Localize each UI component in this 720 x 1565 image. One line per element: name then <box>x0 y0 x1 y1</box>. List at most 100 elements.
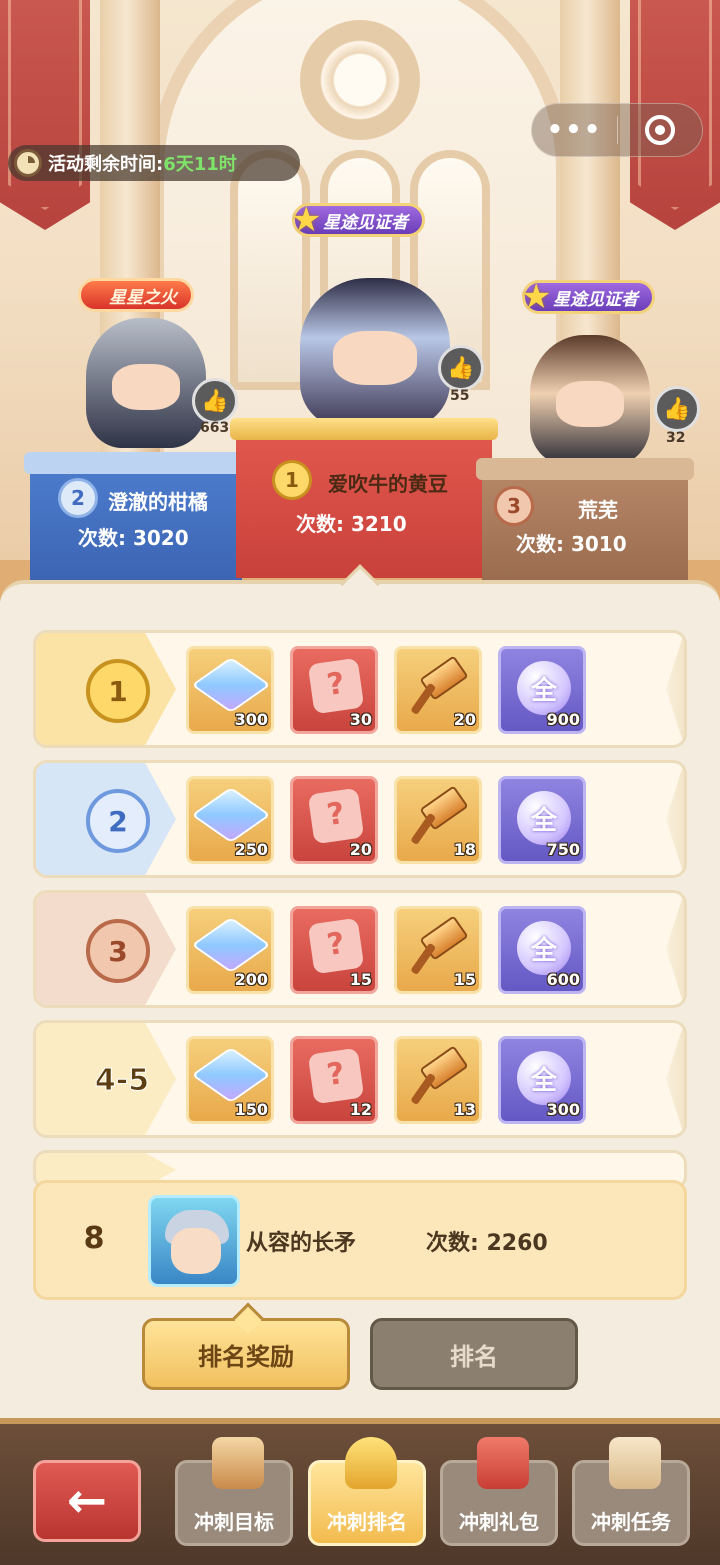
crystal-icon <box>191 917 271 973</box>
timer-label: 活动剩余时间: <box>48 154 164 175</box>
reward-items: 200 15 15 全 600 <box>186 906 586 994</box>
bronze-medal-icon: 3 <box>86 919 150 983</box>
podium-first <box>230 418 498 578</box>
like-count: 55 <box>450 388 470 404</box>
event-timer: 活动剩余时间: 6天11时 <box>8 145 300 181</box>
crystal-reward[interactable]: 250 <box>186 776 274 864</box>
reward-items: 250 20 18 全 750 <box>186 776 586 864</box>
player-count: 次数: 3020 <box>78 526 189 550</box>
target-icon <box>644 115 675 145</box>
tab-ranking[interactable]: 排名 <box>370 1318 578 1390</box>
medal-rank: 2 <box>71 486 85 510</box>
avatar-face <box>333 330 417 385</box>
avatar-first[interactable] <box>300 278 450 428</box>
puzzle-icon <box>307 657 365 715</box>
item-quantity: 200 <box>234 970 268 989</box>
puzzle-reward[interactable]: 15 <box>290 906 378 994</box>
player-title-badge: ★ 星途见证者 <box>521 277 655 317</box>
puzzle-icon <box>307 1047 365 1105</box>
rank-number: 3 <box>108 934 128 968</box>
close-button[interactable] <box>618 103 702 157</box>
trophy-icon <box>345 1437 397 1489</box>
orb-reward[interactable]: 全 750 <box>498 776 586 864</box>
hammer-reward[interactable]: 18 <box>394 776 482 864</box>
hammer-icon <box>419 919 463 975</box>
player-title-badge: ★ 星途见证者 <box>291 200 425 240</box>
hammer-reward[interactable]: 15 <box>394 906 482 994</box>
crystal-icon <box>191 1047 271 1103</box>
avatar-face <box>112 363 180 411</box>
thumbs-up-icon[interactable]: 👍 <box>438 345 484 391</box>
item-quantity: 13 <box>453 1100 476 1119</box>
crystal-reward[interactable]: 150 <box>186 1036 274 1124</box>
nav-sprint-ranking[interactable]: 冲刺排名 <box>308 1437 426 1546</box>
row-chevron <box>666 763 684 875</box>
tab-ranking-rewards[interactable]: 排名奖励 <box>142 1302 350 1390</box>
item-quantity: 300 <box>546 1100 580 1119</box>
back-arrow-icon: ← <box>66 1473 108 1529</box>
quest-scroll-icon <box>609 1437 661 1489</box>
nav-sprint-task[interactable]: 冲刺任务 <box>572 1437 690 1546</box>
hammer-reward[interactable]: 20 <box>394 646 482 734</box>
puzzle-reward[interactable]: 20 <box>290 776 378 864</box>
crystal-reward[interactable]: 200 <box>186 906 274 994</box>
player-name: 爱吹牛的黄豆 <box>328 472 448 496</box>
title-text: 星途见证者 <box>553 289 638 310</box>
item-quantity: 20 <box>453 710 476 729</box>
player-name: 澄澈的柑橘 <box>108 490 208 514</box>
gold-medal-icon: 1 <box>86 659 150 723</box>
my-rank-bar: 8 从容的长矛 次数: 2260 <box>33 1180 687 1300</box>
item-quantity: 900 <box>546 710 580 729</box>
hammer-reward[interactable]: 13 <box>394 1036 482 1124</box>
puzzle-icon <box>307 787 365 845</box>
podium-top <box>230 418 498 440</box>
puzzle-icon <box>307 917 365 975</box>
hammer-icon <box>419 1049 463 1105</box>
row-chevron <box>666 893 684 1005</box>
avatar-face <box>171 1228 221 1274</box>
puzzle-reward[interactable]: 30 <box>290 646 378 734</box>
tab-label: 排名 <box>450 1342 498 1371</box>
avatar-face <box>556 380 624 428</box>
rose-window <box>300 20 420 140</box>
orb-reward[interactable]: 全 600 <box>498 906 586 994</box>
rank-number: 1 <box>108 674 128 708</box>
player-name: 荒芜 <box>578 498 618 522</box>
orb-reward[interactable]: 全 900 <box>498 646 586 734</box>
row-chevron <box>666 633 684 745</box>
banner-left <box>0 0 90 230</box>
my-avatar[interactable] <box>148 1195 240 1287</box>
back-button[interactable]: ← <box>33 1460 141 1542</box>
orb-reward[interactable]: 全 300 <box>498 1036 586 1124</box>
more-button[interactable]: ••• <box>532 103 617 157</box>
podium-second <box>24 452 248 582</box>
rank-number: 2 <box>108 804 128 838</box>
thumbs-up-icon[interactable]: 👍 <box>654 386 700 432</box>
gold-medal-icon: 1 <box>272 460 312 500</box>
nav-sprint-gift[interactable]: 冲刺礼包 <box>440 1437 558 1546</box>
item-quantity: 150 <box>234 1100 268 1119</box>
player-count: 次数: 3210 <box>296 512 407 536</box>
item-quantity: 300 <box>234 710 268 729</box>
tab-label: 排名奖励 <box>198 1342 294 1371</box>
thumbs-up-icon[interactable]: 👍 <box>192 378 238 424</box>
crystal-reward[interactable]: 300 <box>186 646 274 734</box>
row-chevron <box>666 1023 684 1135</box>
silver-medal-icon: 2 <box>86 789 150 853</box>
my-name: 从容的长矛 <box>246 1231 357 1256</box>
timer-value: 6天11时 <box>163 154 237 175</box>
clock-icon <box>14 149 42 177</box>
nav-sprint-goal[interactable]: 冲刺目标 <box>175 1437 293 1546</box>
podium-top <box>24 452 248 474</box>
nav-label: 冲刺任务 <box>591 1510 671 1534</box>
puzzle-reward[interactable]: 12 <box>290 1036 378 1124</box>
avatar-second[interactable] <box>86 318 206 448</box>
reward-items: 300 30 20 全 900 <box>186 646 586 734</box>
avatar-third[interactable] <box>530 335 650 465</box>
hammer-icon <box>419 789 463 845</box>
reward-row: 3 200 15 15 全 600 <box>33 890 687 1008</box>
like-count: 663 <box>200 420 230 436</box>
title-text: 星途见证者 <box>323 212 408 233</box>
title-text: 星星之火 <box>109 287 177 308</box>
miniprogram-capsule: ••• <box>531 103 703 157</box>
